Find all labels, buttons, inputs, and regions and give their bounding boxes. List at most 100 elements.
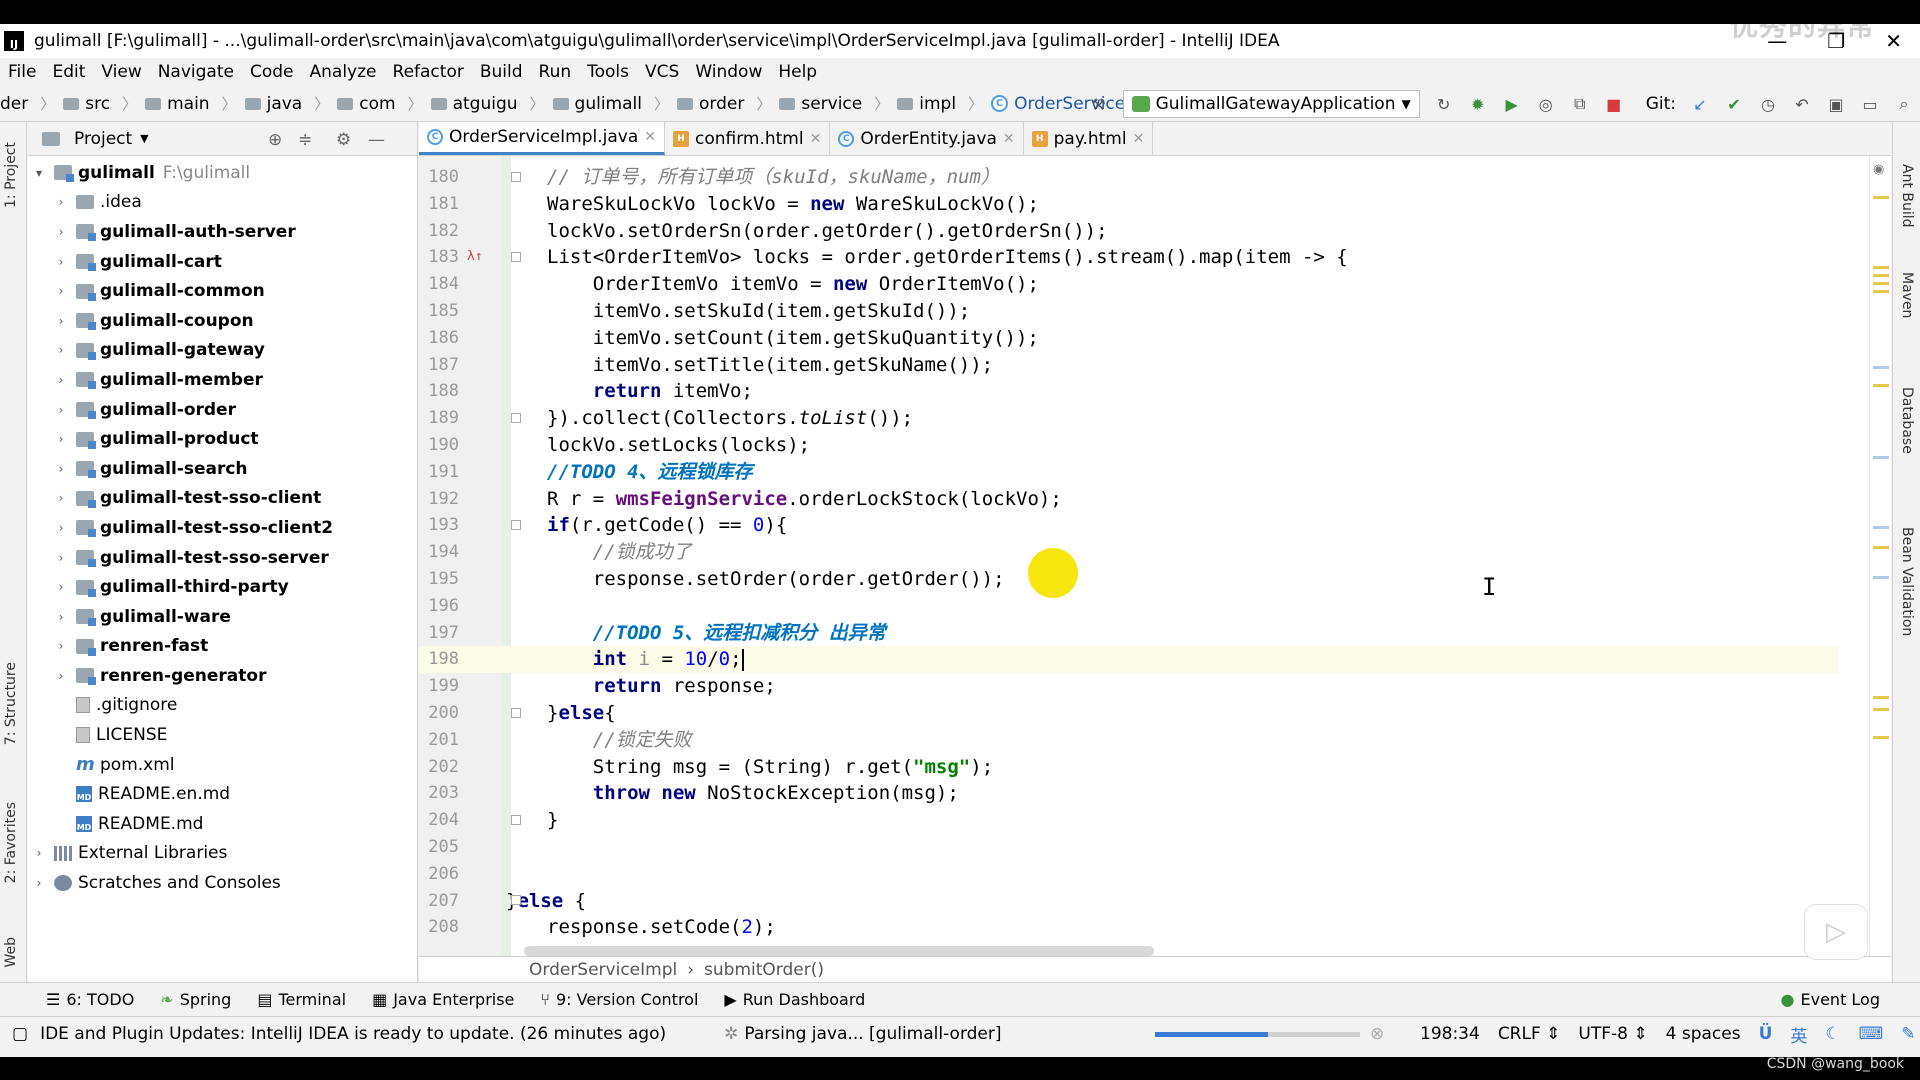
tree-item[interactable]: › gulimall-auth-server — [28, 217, 417, 247]
git-rollback-icon[interactable]: ↶ — [1792, 94, 1812, 114]
tool-window-run-dashboard[interactable]: ▶ Run Dashboard — [724, 990, 865, 1009]
code-line[interactable]: 189}).collect(Collectors.toList()); — [419, 405, 1839, 432]
tree-item[interactable]: › gulimall-member — [28, 365, 417, 395]
chevron-right-icon[interactable]: › — [54, 551, 68, 565]
close-icon[interactable]: ✕ — [1885, 29, 1902, 53]
menu-refactor[interactable]: Refactor — [393, 62, 464, 82]
menu-run[interactable]: Run — [539, 62, 572, 82]
code-line[interactable]: 187 itemVo.setTitle(item.getSkuName()); — [419, 352, 1839, 379]
code-line[interactable]: 208 response.setCode(2); — [419, 914, 1839, 941]
tree-item[interactable]: › renren-fast — [28, 632, 417, 662]
keyboard-icon[interactable]: ⌨ — [1859, 1024, 1884, 1044]
tree-external-libraries[interactable]: › External Libraries — [28, 839, 417, 869]
fold-marker-icon[interactable] — [511, 815, 521, 825]
code-line[interactable]: 188 return itemVo; — [419, 378, 1839, 405]
fold-marker-icon[interactable] — [511, 252, 521, 262]
code-line[interactable]: 183 λ↑ List<OrderItemVo> locks = order.get… — [419, 244, 1839, 271]
code-line[interactable]: 184 OrderItemVo itemVo = new OrderItemVo… — [419, 271, 1839, 298]
tree-item[interactable]: › gulimall-test-sso-server — [28, 543, 417, 573]
nav-crumb[interactable]: der 〉 — [0, 93, 63, 114]
fold-marker-icon[interactable] — [511, 413, 521, 423]
code-line[interactable]: 196 — [419, 593, 1839, 620]
debug-icon[interactable]: ✹ — [1468, 94, 1488, 114]
restore-icon[interactable]: ❐ — [1827, 29, 1845, 53]
menu-navigate[interactable]: Navigate — [158, 62, 234, 82]
code-line[interactable]: 182 lockVo.setOrderSn(order.getOrder().ge… — [419, 218, 1839, 245]
change-marker[interactable] — [1873, 526, 1889, 529]
tree-item[interactable]: .gitignore — [28, 691, 417, 721]
warning-marker[interactable] — [1873, 696, 1889, 699]
tool-window-version-control[interactable]: ⑂ 9: Version Control — [540, 990, 698, 1009]
menu-edit[interactable]: Edit — [52, 62, 85, 82]
menu-file[interactable]: File — [8, 62, 36, 82]
tool-tab-ant-build[interactable]: Ant Build — [1899, 164, 1915, 228]
menu-view[interactable]: View — [101, 62, 141, 82]
code-line[interactable]: 194 //锁成功了 — [419, 539, 1839, 566]
menu-code[interactable]: Code — [250, 62, 294, 82]
hammer-build-icon[interactable]: ⚒ — [1089, 94, 1109, 114]
profile-icon[interactable]: ◎ — [1536, 94, 1556, 114]
encoding-widget[interactable]: UTF-8 ⇕ — [1578, 1024, 1647, 1044]
chevron-right-icon[interactable]: › — [54, 491, 68, 505]
code-line[interactable]: 206 — [419, 861, 1839, 888]
code-line[interactable]: 205 — [419, 834, 1839, 861]
git-commit-icon[interactable]: ✔ — [1724, 94, 1744, 114]
code-line[interactable]: 202 String msg = (String) r.get("msg"); — [419, 754, 1839, 781]
warning-marker[interactable] — [1873, 290, 1889, 293]
gear-icon[interactable]: ⚙ — [336, 130, 351, 150]
horizontal-scrollbar[interactable] — [524, 946, 1154, 956]
code-line-current[interactable]: 198 int i = 10/0; — [419, 646, 1839, 674]
tool-window-spring[interactable]: ❧ Spring — [160, 990, 231, 1009]
code-line[interactable]: 185 itemVo.setSkuId(item.getSkuId()); — [419, 298, 1839, 325]
close-icon[interactable]: ✕ — [644, 129, 656, 145]
code-line[interactable]: 200}else{ — [419, 700, 1839, 727]
chevron-right-icon[interactable]: › — [54, 610, 68, 624]
tool-window-todo[interactable]: ☰ 6: TODO — [46, 990, 134, 1009]
chevron-right-icon[interactable]: › — [54, 462, 68, 476]
tab-confirm-html[interactable]: H confirm.html ✕ — [665, 122, 831, 155]
close-icon[interactable]: ✕ — [1003, 131, 1015, 147]
tree-item[interactable]: › .idea — [28, 188, 417, 218]
code-line[interactable]: 181 WareSkuLockVo lockVo = new WareSkuLoc… — [419, 191, 1839, 218]
moon-icon[interactable]: ☾ — [1825, 1024, 1840, 1044]
close-icon[interactable]: ✕ — [810, 131, 822, 147]
indent-setting[interactable]: 4 spaces — [1666, 1024, 1741, 1044]
chevron-right-icon[interactable]: › — [54, 314, 68, 328]
presentation-icon[interactable]: ▭ — [1860, 94, 1880, 114]
rerun-icon[interactable]: ↻ — [1434, 94, 1454, 114]
attach-debugger-icon[interactable]: ⧉ — [1570, 94, 1590, 114]
tool-tab-database[interactable]: Database — [1899, 387, 1915, 454]
background-task-label[interactable]: Parsing java... [gulimall-order] — [744, 1024, 1001, 1044]
chevron-down-icon[interactable]: ▾ — [32, 166, 46, 180]
wrench-icon[interactable]: ✎ — [1901, 1024, 1915, 1044]
line-separator-widget[interactable]: CRLF ⇕ — [1498, 1024, 1561, 1044]
warning-marker[interactable] — [1873, 274, 1889, 277]
chevron-right-icon[interactable]: › — [54, 255, 68, 269]
chevron-right-icon[interactable]: › — [54, 284, 68, 298]
tab-pay-html[interactable]: H pay.html ✕ — [1024, 122, 1154, 155]
chevron-right-icon[interactable]: › — [54, 521, 68, 535]
nav-crumb[interactable]: main 〉 — [145, 93, 245, 114]
fold-marker-icon[interactable] — [511, 895, 521, 905]
git-history-icon[interactable]: ◷ — [1758, 94, 1778, 114]
video-play-icon[interactable]: ▷ — [1804, 904, 1868, 960]
tree-item[interactable]: › gulimall-test-sso-client — [28, 484, 417, 514]
menu-build[interactable]: Build — [480, 62, 523, 82]
code-line[interactable]: 180 // 订单号，所有订单项（skuId，skuName，num） — [419, 164, 1839, 191]
tool-window-event-log[interactable]: ● Event Log — [1781, 990, 1880, 1009]
search-icon[interactable]: ⌕ — [1894, 94, 1914, 114]
warning-marker[interactable] — [1873, 736, 1889, 739]
code-line[interactable]: 186 itemVo.setCount(item.getSkuQuantity(… — [419, 325, 1839, 352]
change-marker[interactable] — [1873, 456, 1889, 459]
chevron-right-icon[interactable]: › — [32, 846, 46, 860]
nav-crumb[interactable]: com 〉 — [337, 93, 430, 114]
cancel-task-icon[interactable]: ⊗ — [1370, 1024, 1384, 1044]
tab-orderserviceimpl-java[interactable]: C OrderServiceImpl.java ✕ — [419, 122, 665, 155]
change-marker[interactable] — [1873, 366, 1889, 369]
warning-marker[interactable] — [1873, 384, 1889, 387]
tree-item[interactable]: MD README.md — [28, 809, 417, 839]
tree-item[interactable]: m pom.xml — [28, 750, 417, 780]
code-line[interactable]: 203 throw new NoStockException(msg); — [419, 780, 1839, 807]
tool-tab-structure[interactable]: 7: Structure — [3, 662, 19, 745]
tool-tab-web[interactable]: Web — [3, 937, 19, 968]
